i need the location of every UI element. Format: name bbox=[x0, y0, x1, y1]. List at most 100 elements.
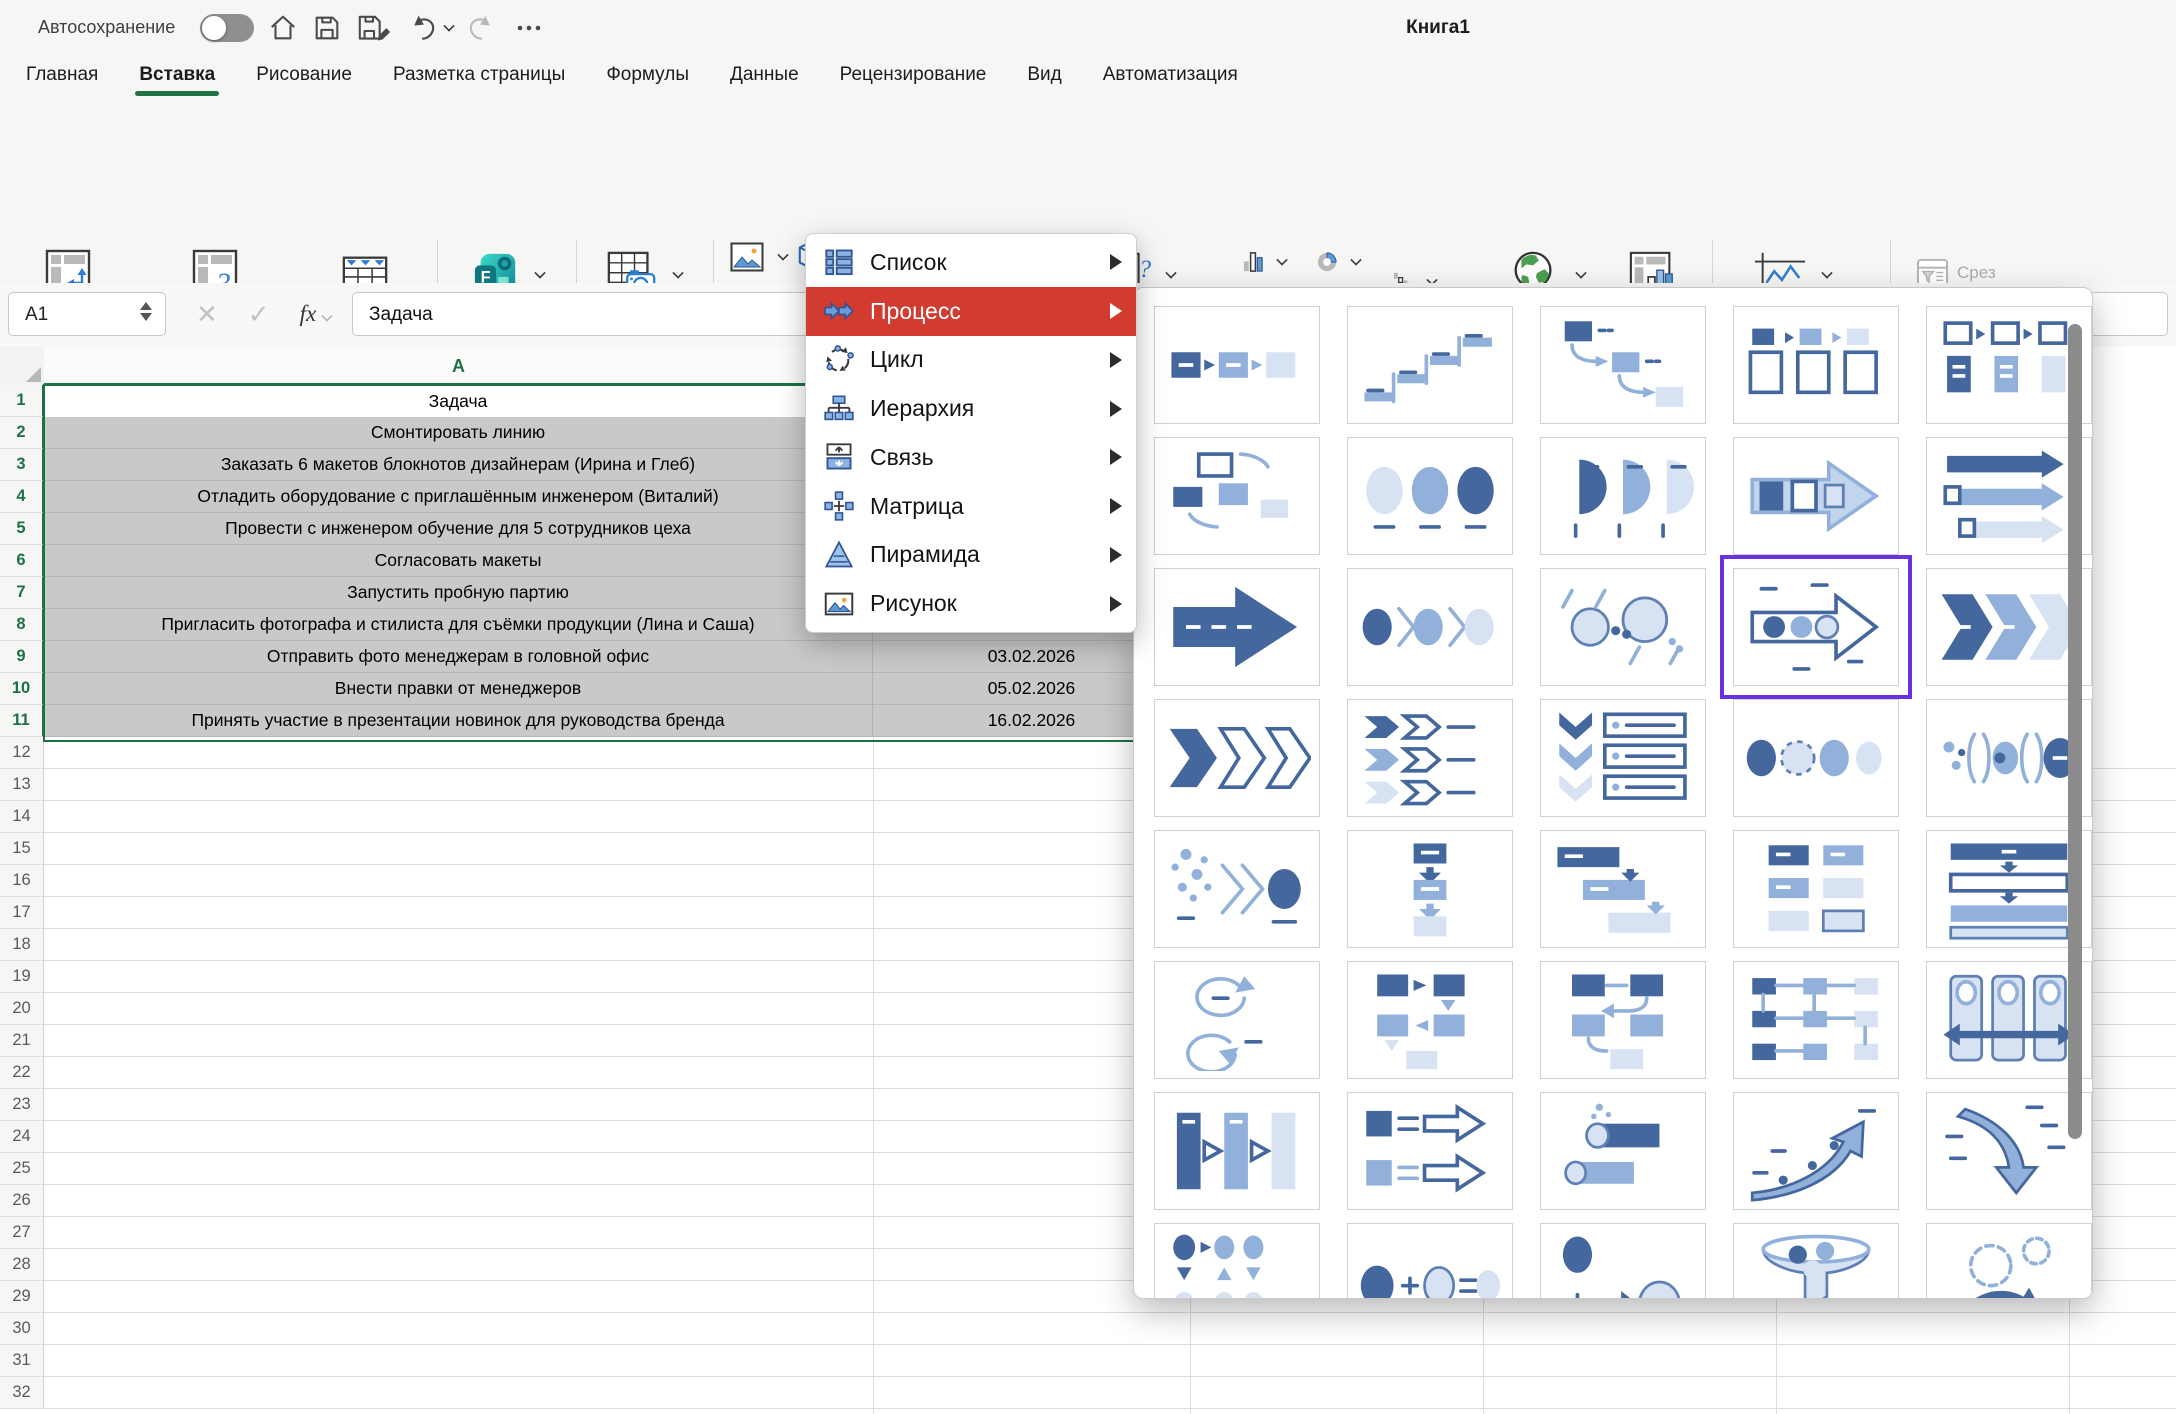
cell-a3[interactable]: Заказать 6 макетов блокнотов дизайнерам … bbox=[44, 449, 873, 480]
menu-item-cycle[interactable]: Цикл bbox=[806, 336, 1136, 385]
row-header[interactable]: 28 bbox=[0, 1249, 44, 1281]
gallery-item-grid-flow-process[interactable] bbox=[1347, 961, 1513, 1079]
gallery-scrollbar[interactable] bbox=[2068, 324, 2082, 1139]
row-header-3[interactable]: 3 bbox=[0, 449, 44, 481]
gallery-item-vertical-chevron-list[interactable] bbox=[1347, 699, 1513, 817]
row-header[interactable]: 12 bbox=[0, 737, 44, 769]
row-header[interactable]: 23 bbox=[0, 1089, 44, 1121]
gallery-item-addition-process[interactable] bbox=[1540, 1223, 1706, 1299]
pie-chart-button[interactable] bbox=[1316, 250, 1361, 273]
menu-item-list[interactable]: Список bbox=[806, 238, 1136, 287]
gallery-item-alternating-picture-blocks[interactable] bbox=[1154, 437, 1320, 555]
gallery-item-chevron-accent-process[interactable] bbox=[1154, 699, 1320, 817]
tab-review[interactable]: Рецензирование bbox=[840, 64, 987, 98]
row-header[interactable]: 22 bbox=[0, 1057, 44, 1089]
cell-a1[interactable]: Задача bbox=[44, 385, 873, 417]
gallery-item-detailed-arrow-list[interactable] bbox=[1347, 1092, 1513, 1210]
gallery-item-pen-process[interactable] bbox=[1540, 1092, 1706, 1210]
cell-a4[interactable]: Отладить оборудование с приглашённым инж… bbox=[44, 481, 873, 512]
row-header[interactable]: 19 bbox=[0, 961, 44, 993]
column-chart-button[interactable] bbox=[1242, 250, 1287, 273]
cell-a11[interactable]: Принять участие в презентации новинок дл… bbox=[44, 705, 873, 736]
cancel-entry-icon[interactable]: ✕ bbox=[196, 299, 218, 330]
menu-item-relationship[interactable]: Связь bbox=[806, 433, 1136, 482]
gallery-item-process-arrows[interactable] bbox=[1733, 568, 1899, 686]
gallery-item-opposing-flow-process[interactable] bbox=[1154, 1223, 1320, 1299]
row-header-7[interactable]: 7 bbox=[0, 577, 44, 609]
gallery-item-vertical-arrow-list[interactable] bbox=[1540, 699, 1706, 817]
row-header[interactable]: 15 bbox=[0, 833, 44, 865]
gallery-item-linked-circles-process[interactable] bbox=[1733, 699, 1899, 817]
gallery-item-network-grid-process[interactable] bbox=[1733, 961, 1899, 1079]
row-header-4[interactable]: 4 bbox=[0, 481, 44, 513]
autosave-toggle[interactable] bbox=[200, 14, 254, 42]
cell-a8[interactable]: Пригласить фотографа и стилиста для съём… bbox=[44, 609, 873, 640]
tab-formulas[interactable]: Формулы bbox=[606, 64, 689, 98]
row-header-8[interactable]: 8 bbox=[0, 609, 44, 641]
tab-page-layout[interactable]: Разметка страницы bbox=[393, 64, 565, 98]
insert-function-button[interactable]: fx bbox=[300, 301, 333, 327]
gallery-item-picture-accent-process[interactable] bbox=[1733, 306, 1899, 424]
pictures-chevron-icon[interactable] bbox=[777, 249, 788, 260]
recommended-charts-chevron-icon[interactable] bbox=[1165, 267, 1176, 278]
menu-item-pyramid[interactable]: Пирамида bbox=[806, 531, 1136, 580]
menu-item-process[interactable]: Процесс bbox=[806, 287, 1136, 336]
forms-chevron-icon[interactable] bbox=[534, 267, 545, 278]
row-header[interactable]: 32 bbox=[0, 1377, 44, 1409]
save-icon[interactable] bbox=[312, 13, 342, 43]
row-header[interactable]: 25 bbox=[0, 1153, 44, 1185]
select-all-corner[interactable] bbox=[0, 347, 45, 386]
tab-insert[interactable]: Вставка bbox=[139, 64, 215, 98]
tab-view[interactable]: Вид bbox=[1027, 64, 1061, 98]
gallery-item-converging-arrow-process[interactable] bbox=[1154, 830, 1320, 948]
undo-icon[interactable] bbox=[408, 13, 454, 43]
row-header-1[interactable]: 1 bbox=[0, 385, 44, 417]
row-header[interactable]: 26 bbox=[0, 1185, 44, 1217]
gallery-item-diagonal-accent-process[interactable] bbox=[1540, 568, 1706, 686]
home-icon[interactable] bbox=[268, 13, 298, 43]
sparklines-chevron-icon[interactable] bbox=[1821, 267, 1832, 278]
cell-a2[interactable]: Смонтировать линию bbox=[44, 417, 873, 448]
more-options-icon[interactable] bbox=[516, 13, 542, 43]
tab-automate[interactable]: Автоматизация bbox=[1103, 64, 1238, 98]
row-header[interactable]: 27 bbox=[0, 1217, 44, 1249]
gallery-item-half-circle-process[interactable] bbox=[1540, 437, 1706, 555]
pictures-button[interactable] bbox=[730, 242, 788, 272]
column-chart-chevron-icon[interactable] bbox=[1276, 254, 1287, 265]
row-header[interactable]: 30 bbox=[0, 1313, 44, 1345]
row-header[interactable]: 31 bbox=[0, 1345, 44, 1377]
gallery-item-bending-process[interactable] bbox=[1540, 306, 1706, 424]
save-as-icon[interactable] bbox=[356, 13, 392, 43]
row-header[interactable]: 17 bbox=[0, 897, 44, 929]
gallery-item-accent-bar-process[interactable] bbox=[1154, 1092, 1320, 1210]
row-header-2[interactable]: 2 bbox=[0, 417, 44, 449]
row-header-9[interactable]: 9 bbox=[0, 641, 44, 673]
cell-a9[interactable]: Отправить фото менеджерам в головной офи… bbox=[44, 641, 873, 672]
gallery-item-step-up-process[interactable] bbox=[1347, 306, 1513, 424]
tab-home[interactable]: Главная bbox=[26, 64, 98, 98]
cell-a10[interactable]: Внести правки от менеджеров bbox=[44, 673, 873, 704]
gallery-item-vertical-process[interactable] bbox=[1347, 830, 1513, 948]
row-header-10[interactable]: 10 bbox=[0, 673, 44, 705]
confirm-entry-icon[interactable]: ✓ bbox=[248, 299, 270, 330]
row-header[interactable]: 16 bbox=[0, 865, 44, 897]
gallery-item-repeating-loop-process[interactable] bbox=[1154, 961, 1320, 1079]
column-header-a[interactable]: A bbox=[44, 347, 874, 386]
row-header[interactable]: 24 bbox=[0, 1121, 44, 1153]
name-box-stepper[interactable] bbox=[140, 302, 152, 321]
row-header[interactable]: 20 bbox=[0, 993, 44, 1025]
cell-a5[interactable]: Провести с инженером обучение для 5 сотр… bbox=[44, 513, 873, 544]
row-header[interactable]: 18 bbox=[0, 929, 44, 961]
row-header[interactable]: 14 bbox=[0, 801, 44, 833]
cell-a6[interactable]: Согласовать макеты bbox=[44, 545, 873, 576]
gallery-item-equation-process[interactable] bbox=[1347, 1223, 1513, 1299]
menu-item-matrix[interactable]: Матрица bbox=[806, 482, 1136, 531]
menu-item-picture[interactable]: Рисунок bbox=[806, 579, 1136, 628]
row-header[interactable]: 21 bbox=[0, 1025, 44, 1057]
tab-draw[interactable]: Рисование bbox=[256, 64, 352, 98]
from-picture-chevron-icon[interactable] bbox=[672, 267, 683, 278]
row-header[interactable]: 13 bbox=[0, 769, 44, 801]
cell-a7[interactable]: Запустить пробную партию bbox=[44, 577, 873, 608]
row-header-11[interactable]: 11 bbox=[0, 705, 44, 737]
row-header-6[interactable]: 6 bbox=[0, 545, 44, 577]
